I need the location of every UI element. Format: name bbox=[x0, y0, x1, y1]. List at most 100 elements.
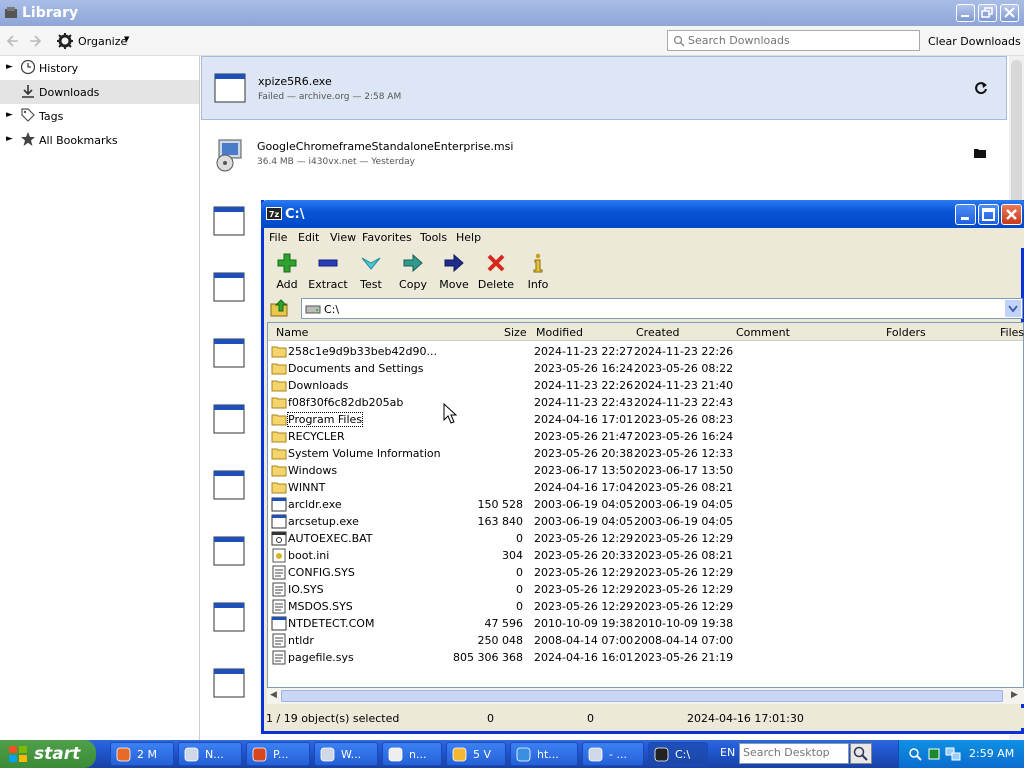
maximize-button[interactable] bbox=[978, 204, 999, 225]
table-row[interactable]: Program Files 2024-04-16 17:01 2023-05-26 … bbox=[268, 411, 1023, 428]
desktop-search-button[interactable] bbox=[850, 743, 872, 764]
column-comment[interactable]: Comment bbox=[736, 326, 790, 339]
exe-file-icon bbox=[213, 272, 245, 302]
table-row[interactable]: arcldr.exe 150 528 2003-06-19 04:05 2003-06… bbox=[268, 496, 1023, 513]
table-row[interactable]: Windows 2023-06-17 13:50 2023-06-17 13:50 bbox=[268, 462, 1023, 479]
file-created: 2024-11-23 22:26 bbox=[634, 345, 734, 358]
file-modified: 2023-06-17 13:50 bbox=[534, 464, 634, 477]
horizontal-scrollbar[interactable]: ◀ ▶ bbox=[267, 688, 1024, 704]
network-tray-icon[interactable] bbox=[945, 746, 961, 762]
folder-icon[interactable] bbox=[973, 146, 987, 160]
back-icon[interactable] bbox=[6, 34, 20, 48]
taskbar-button[interactable]: P... bbox=[246, 742, 310, 766]
tray-search-icon[interactable] bbox=[907, 746, 923, 762]
table-row[interactable]: AUTOEXEC.BAT 0 2023-05-26 12:29 2023-05-26 … bbox=[268, 530, 1023, 547]
taskbar-button[interactable]: 5 V bbox=[446, 742, 506, 766]
scroll-right-icon[interactable]: ▶ bbox=[1011, 690, 1018, 700]
column-folders[interactable]: Folders bbox=[886, 326, 926, 339]
desktop-search-input[interactable] bbox=[743, 746, 843, 759]
menu-help[interactable]: Help bbox=[456, 231, 481, 244]
scrollbar-thumb[interactable] bbox=[281, 690, 1003, 702]
status-bar: 1 / 19 object(s) selected 0 0 2024-04-16… bbox=[264, 708, 1024, 728]
taskbar-button[interactable]: - ... bbox=[582, 742, 644, 766]
path-dropdown-button[interactable] bbox=[1005, 300, 1021, 317]
table-row[interactable]: f08f30f6c82db205ab 2024-11-23 22:43 2024-1… bbox=[268, 394, 1023, 411]
table-row[interactable]: arcsetup.exe 163 840 2003-06-19 04:05 2003-… bbox=[268, 513, 1023, 530]
menu-view[interactable]: View bbox=[330, 231, 356, 244]
expand-icon[interactable]: ► bbox=[6, 134, 13, 144]
column-name[interactable]: Name bbox=[276, 326, 308, 339]
expand-icon[interactable]: ► bbox=[6, 62, 13, 72]
library-title-bar[interactable]: Library bbox=[0, 0, 1024, 26]
table-row[interactable]: NTDETECT.COM 47 596 2010-10-09 19:38 2010-1… bbox=[268, 615, 1023, 632]
table-row[interactable]: System Volume Information 2023-05-26 20:3… bbox=[268, 445, 1023, 462]
menu-favorites[interactable]: Favorites bbox=[362, 231, 412, 244]
library-title: Library bbox=[22, 5, 79, 21]
search-downloads-input[interactable] bbox=[688, 33, 913, 48]
table-row[interactable]: Downloads 2024-11-23 22:26 2024-11-23 21:4… bbox=[268, 377, 1023, 394]
7zip-title-bar[interactable]: 7z C:\ bbox=[261, 200, 1024, 228]
download-item[interactable]: GoogleChromeframeStandaloneEnterprise.ms… bbox=[201, 122, 1007, 186]
selection-date: 2024-04-16 17:01:30 bbox=[687, 712, 804, 725]
close-button[interactable] bbox=[1000, 4, 1019, 22]
table-row[interactable]: boot.ini 304 2023-05-26 20:33 2023-05-26 08… bbox=[268, 547, 1023, 564]
taskbar-button-label: 2 M bbox=[137, 748, 157, 761]
exe-file-icon bbox=[271, 616, 287, 631]
column-files[interactable]: Files bbox=[1000, 326, 1024, 339]
up-folder-button[interactable] bbox=[269, 298, 293, 319]
sidebar-item-history[interactable]: ► History bbox=[0, 56, 199, 80]
search-downloads-field[interactable] bbox=[667, 30, 920, 51]
system-file-icon bbox=[272, 650, 286, 665]
forward-icon[interactable] bbox=[28, 34, 42, 48]
file-created: 2023-05-26 12:29 bbox=[634, 532, 734, 545]
menu-file[interactable]: File bbox=[269, 231, 287, 244]
minimize-button[interactable] bbox=[955, 204, 976, 225]
scroll-left-icon[interactable]: ◀ bbox=[270, 690, 277, 700]
extract-button[interactable]: Extract bbox=[306, 252, 350, 294]
taskbar-button[interactable]: N... bbox=[178, 742, 242, 766]
taskbar-button[interactable]: 2 M bbox=[110, 742, 174, 766]
table-row[interactable]: CONFIG.SYS 0 2023-05-26 12:29 2023-05-26 12… bbox=[268, 564, 1023, 581]
organize-button[interactable]: Organize ▼ bbox=[56, 32, 129, 50]
close-button[interactable] bbox=[1001, 204, 1022, 225]
file-created: 2010-10-09 19:38 bbox=[634, 617, 734, 630]
table-row[interactable]: ntldr 250 048 2008-04-14 07:00 2008-04-14 0… bbox=[268, 632, 1023, 649]
sidebar-item-label: Downloads bbox=[39, 86, 100, 99]
tray-app-icon[interactable] bbox=[927, 746, 941, 762]
column-modified[interactable]: Modified bbox=[536, 326, 583, 339]
taskbar-button-label: 5 V bbox=[473, 748, 492, 761]
clear-downloads-button[interactable]: Clear Downloads bbox=[928, 35, 1021, 48]
menu-bar: File Edit View Favorites Tools Help bbox=[264, 228, 1024, 248]
taskbar-button[interactable]: W... bbox=[314, 742, 378, 766]
sidebar-item-all-bookmarks[interactable]: ► All Bookmarks bbox=[0, 128, 199, 152]
sidebar-item-tags[interactable]: ► Tags bbox=[0, 104, 199, 128]
desktop-search-field[interactable] bbox=[739, 743, 849, 764]
table-row[interactable]: WINNT 2024-04-16 17:04 2023-05-26 08:21 bbox=[268, 479, 1023, 496]
path-combobox[interactable]: C:\ bbox=[301, 298, 1023, 319]
menu-tools[interactable]: Tools bbox=[420, 231, 447, 244]
close-icon bbox=[1004, 7, 1015, 18]
retry-icon[interactable] bbox=[974, 81, 988, 95]
minimize-button[interactable] bbox=[956, 4, 975, 22]
taskbar-button[interactable]: C:\ bbox=[648, 742, 708, 766]
tag-icon bbox=[21, 108, 35, 122]
column-size[interactable]: Size bbox=[504, 326, 527, 339]
taskbar-button[interactable]: ht... bbox=[510, 742, 578, 766]
info-button[interactable]: Info bbox=[516, 252, 560, 294]
taskbar-button[interactable]: n... bbox=[382, 742, 442, 766]
table-row[interactable]: 258c1e9d9b33beb42d90... 2024-11-23 22:27 2… bbox=[268, 343, 1023, 360]
table-row[interactable]: MSDOS.SYS 0 2023-05-26 12:29 2023-05-26 12:… bbox=[268, 598, 1023, 615]
expand-icon[interactable]: ► bbox=[6, 110, 13, 120]
start-button[interactable]: start bbox=[0, 740, 96, 768]
menu-edit[interactable]: Edit bbox=[298, 231, 319, 244]
restore-button[interactable] bbox=[978, 4, 997, 22]
sidebar-item-downloads[interactable]: Downloads bbox=[0, 80, 199, 104]
download-item[interactable]: xpize5R6.exe Failed — archive.org — 2:58… bbox=[201, 56, 1007, 120]
file-name: WINNT bbox=[288, 481, 326, 494]
table-row[interactable]: IO.SYS 0 2023-05-26 12:29 2023-05-26 12:29 bbox=[268, 581, 1023, 598]
table-row[interactable]: RECYCLER 2023-05-26 21:47 2023-05-26 16:24 bbox=[268, 428, 1023, 445]
column-created[interactable]: Created bbox=[636, 326, 680, 339]
table-row[interactable]: pagefile.sys 805 306 368 2024-04-16 16:01 2… bbox=[268, 649, 1023, 666]
language-indicator[interactable]: EN bbox=[720, 746, 735, 759]
table-row[interactable]: Documents and Settings 2023-05-26 16:24 20… bbox=[268, 360, 1023, 377]
